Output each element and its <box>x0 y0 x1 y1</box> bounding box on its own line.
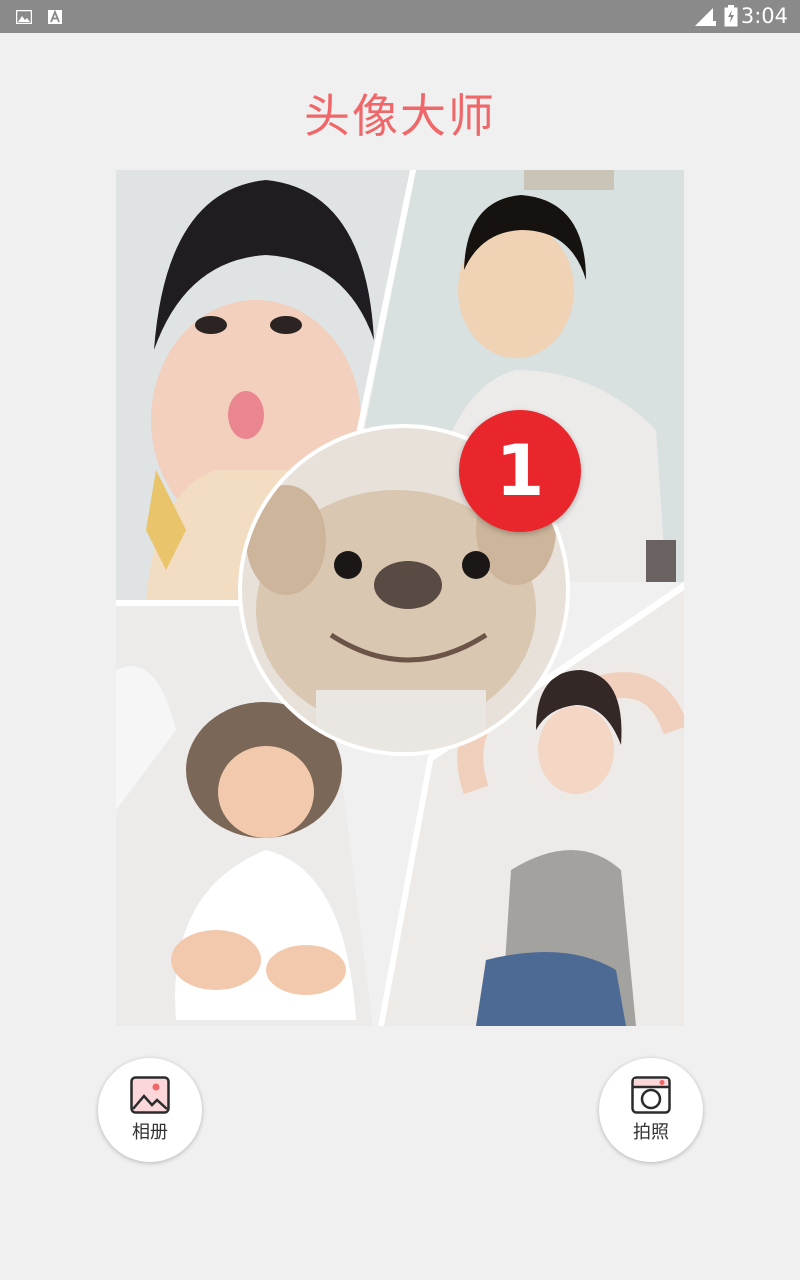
album-icon <box>130 1076 170 1114</box>
battery-icon <box>724 5 738 27</box>
album-button[interactable]: 相册 <box>98 1058 202 1162</box>
album-label: 相册 <box>132 1122 168 1143</box>
signal-icon <box>694 7 716 27</box>
image-icon <box>15 9 33 25</box>
camera-icon <box>631 1076 671 1114</box>
photo-collage[interactable] <box>116 170 684 1026</box>
app-title: 头像大师 <box>304 89 496 143</box>
status-bar: 3:04 <box>0 0 800 33</box>
status-time: 3:04 <box>740 4 788 28</box>
camera-label: 拍照 <box>633 1122 669 1143</box>
font-icon <box>48 9 64 24</box>
number-badge: 1 <box>459 410 581 532</box>
camera-button[interactable]: 拍照 <box>599 1058 703 1162</box>
